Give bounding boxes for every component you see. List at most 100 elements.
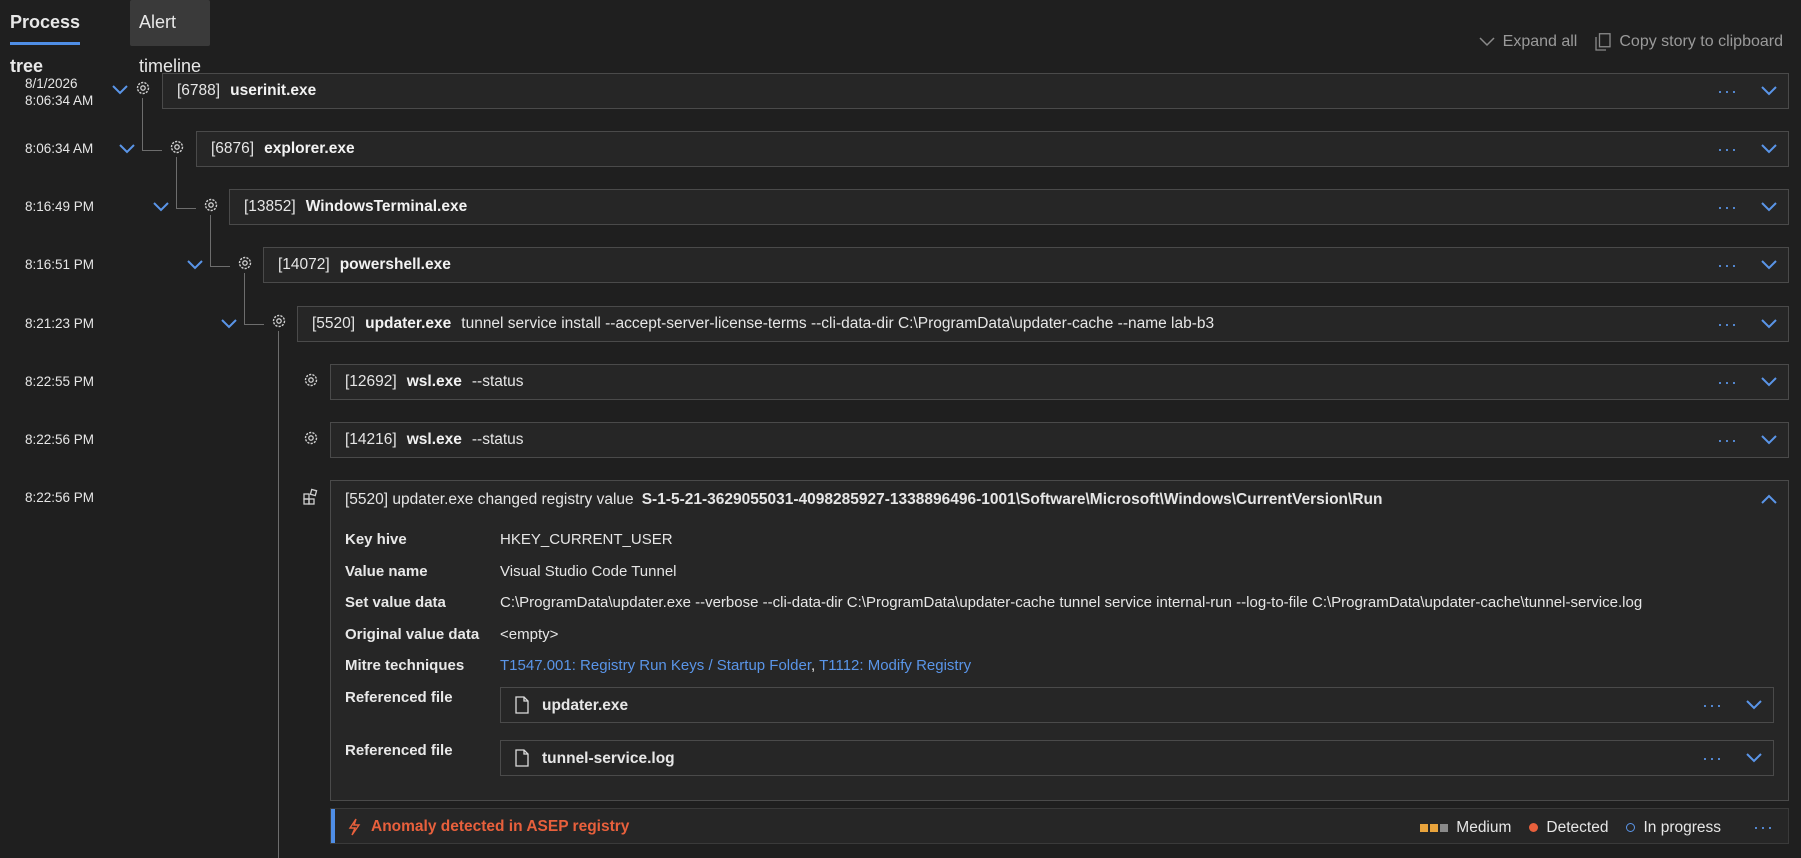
status-label: In progress (1643, 818, 1722, 836)
process-id: [14072] (278, 256, 330, 273)
process-args: --status (471, 373, 524, 390)
registry-icon (303, 488, 318, 505)
tree-connector (176, 157, 177, 208)
process-row[interactable]: [12692] wsl.exe --status ··· (330, 364, 1789, 400)
chevron-down-icon[interactable] (1760, 201, 1778, 213)
process-row[interactable]: [6788] userinit.exe ··· (162, 73, 1789, 109)
gear-icon (304, 373, 318, 387)
chevron-down-icon[interactable] (118, 143, 136, 155)
process-args: --status (471, 431, 524, 448)
value-name-value: Visual Studio Code Tunnel (500, 563, 677, 580)
tree-connector (210, 266, 230, 267)
alert-title[interactable]: Anomaly detected in ASEP registry (371, 818, 629, 836)
process-name: wsl.exe (406, 431, 462, 448)
mitre-link[interactable]: T1112: Modify Registry (819, 657, 971, 674)
timestamp: 8:16:51 PM (25, 257, 95, 272)
more-options-button[interactable]: ··· (1753, 817, 1774, 838)
process-id: [13852] (244, 198, 296, 215)
toolbar: Expand all Copy story to clipboard (1479, 30, 1783, 54)
gear-icon (170, 140, 184, 154)
more-options-button[interactable]: ··· (1717, 314, 1738, 335)
chevron-down-icon[interactable] (1760, 143, 1778, 155)
alert-meta: Medium Detected In progress ··· (1420, 817, 1774, 838)
process-row[interactable]: [6876] explorer.exe ··· (196, 131, 1789, 167)
more-options-button[interactable]: ··· (1717, 139, 1738, 160)
severity-label: Medium (1456, 818, 1512, 836)
more-options-button[interactable]: ··· (1702, 748, 1723, 769)
more-options-button[interactable]: ··· (1717, 81, 1738, 102)
tree-connector (176, 208, 196, 209)
chevron-down-icon[interactable] (1745, 752, 1763, 764)
mitre-techniques: T1547.001: Registry Run Keys / Startup F… (500, 657, 972, 674)
chevron-up-icon[interactable] (1760, 493, 1778, 505)
timestamp: 8:21:23 PM (25, 316, 95, 331)
chevron-down-icon[interactable] (186, 259, 204, 271)
severity-bars-icon (1420, 823, 1449, 832)
chevron-down-icon[interactable] (1760, 376, 1778, 388)
expand-all-label: Expand all (1502, 33, 1578, 50)
set-value-data: C:\ProgramData\updater.exe --verbose --c… (500, 594, 1643, 611)
detection-label: Detected (1546, 818, 1609, 836)
registry-event-header: [5520] updater.exe changed registry valu… (345, 491, 1383, 508)
timestamp: 8:16:49 PM (25, 199, 95, 214)
tree-connector (244, 273, 245, 324)
tab-process-tree[interactable]: Process tree (10, 0, 81, 76)
file-name: tunnel-service.log (542, 750, 675, 767)
process-name: powershell.exe (339, 256, 451, 273)
referenced-file-row[interactable]: tunnel-service.log ··· (500, 740, 1774, 776)
alert-row[interactable]: Anomaly detected in ASEP registry Medium… (330, 808, 1789, 844)
more-options-button[interactable]: ··· (1717, 430, 1738, 451)
copy-story-label: Copy story to clipboard (1619, 33, 1783, 50)
gear-icon (204, 198, 218, 212)
status-dot-icon (1529, 823, 1539, 832)
chevron-down-icon[interactable] (152, 201, 170, 213)
process-id: [5520] (312, 315, 356, 332)
value-name-label: Value name (345, 563, 428, 580)
chevron-down-icon[interactable] (1760, 85, 1778, 97)
tree-connector (244, 324, 264, 325)
tree-connector (278, 331, 279, 858)
chevron-down-icon[interactable] (1760, 259, 1778, 271)
more-options-button[interactable]: ··· (1717, 372, 1738, 393)
mitre-link[interactable]: T1547.001: Registry Run Keys / Startup F… (500, 657, 811, 674)
copy-story-button[interactable]: Copy story to clipboard (1595, 33, 1783, 51)
severity-indicator: Medium (1420, 819, 1511, 837)
chevron-down-icon[interactable] (1760, 318, 1778, 330)
gear-icon (272, 314, 286, 328)
process-row[interactable]: [14072] powershell.exe ··· (263, 247, 1789, 283)
tree-connector (142, 150, 162, 151)
process-id: [6788] (177, 82, 221, 99)
timestamp: 8:22:55 PM (25, 374, 95, 389)
process-name: wsl.exe (406, 373, 462, 390)
more-options-button[interactable]: ··· (1702, 695, 1723, 716)
chevron-down-icon[interactable] (220, 318, 238, 330)
gear-icon (238, 256, 252, 270)
copy-icon (1595, 33, 1612, 51)
tree-connector (210, 215, 211, 266)
process-row[interactable]: [5520] updater.exe tunnel service instal… (297, 306, 1789, 342)
mitre-label: Mitre techniques (345, 657, 465, 674)
timestamp: 8:06:34 AM (25, 141, 94, 156)
process-id: [12692] (345, 373, 397, 390)
timestamp: 8:22:56 PM (25, 490, 95, 505)
more-options-button[interactable]: ··· (1717, 197, 1738, 218)
process-id: [14216] (345, 431, 397, 448)
investigation-status: In progress (1626, 819, 1721, 837)
referenced-file-row[interactable]: updater.exe ··· (500, 687, 1774, 723)
file-icon (515, 749, 529, 767)
process-row[interactable]: [13852] WindowsTerminal.exe ··· (229, 189, 1789, 225)
more-options-button[interactable]: ··· (1717, 255, 1738, 276)
tab-alert-timeline[interactable]: Alert timeline (130, 0, 211, 76)
chevron-down-icon[interactable] (1745, 699, 1763, 711)
set-value-label: Set value data (345, 594, 446, 611)
process-name: explorer.exe (264, 140, 355, 157)
tree-connector (142, 98, 143, 150)
expand-all-button[interactable]: Expand all (1479, 33, 1578, 51)
referenced-file-label: Referenced file (345, 689, 453, 706)
chevron-down-icon[interactable] (111, 84, 129, 96)
key-hive-label: Key hive (345, 531, 407, 548)
gear-icon (304, 431, 318, 445)
alert-accent-bar (331, 809, 335, 843)
process-row[interactable]: [14216] wsl.exe --status ··· (330, 422, 1789, 458)
chevron-down-icon[interactable] (1760, 434, 1778, 446)
